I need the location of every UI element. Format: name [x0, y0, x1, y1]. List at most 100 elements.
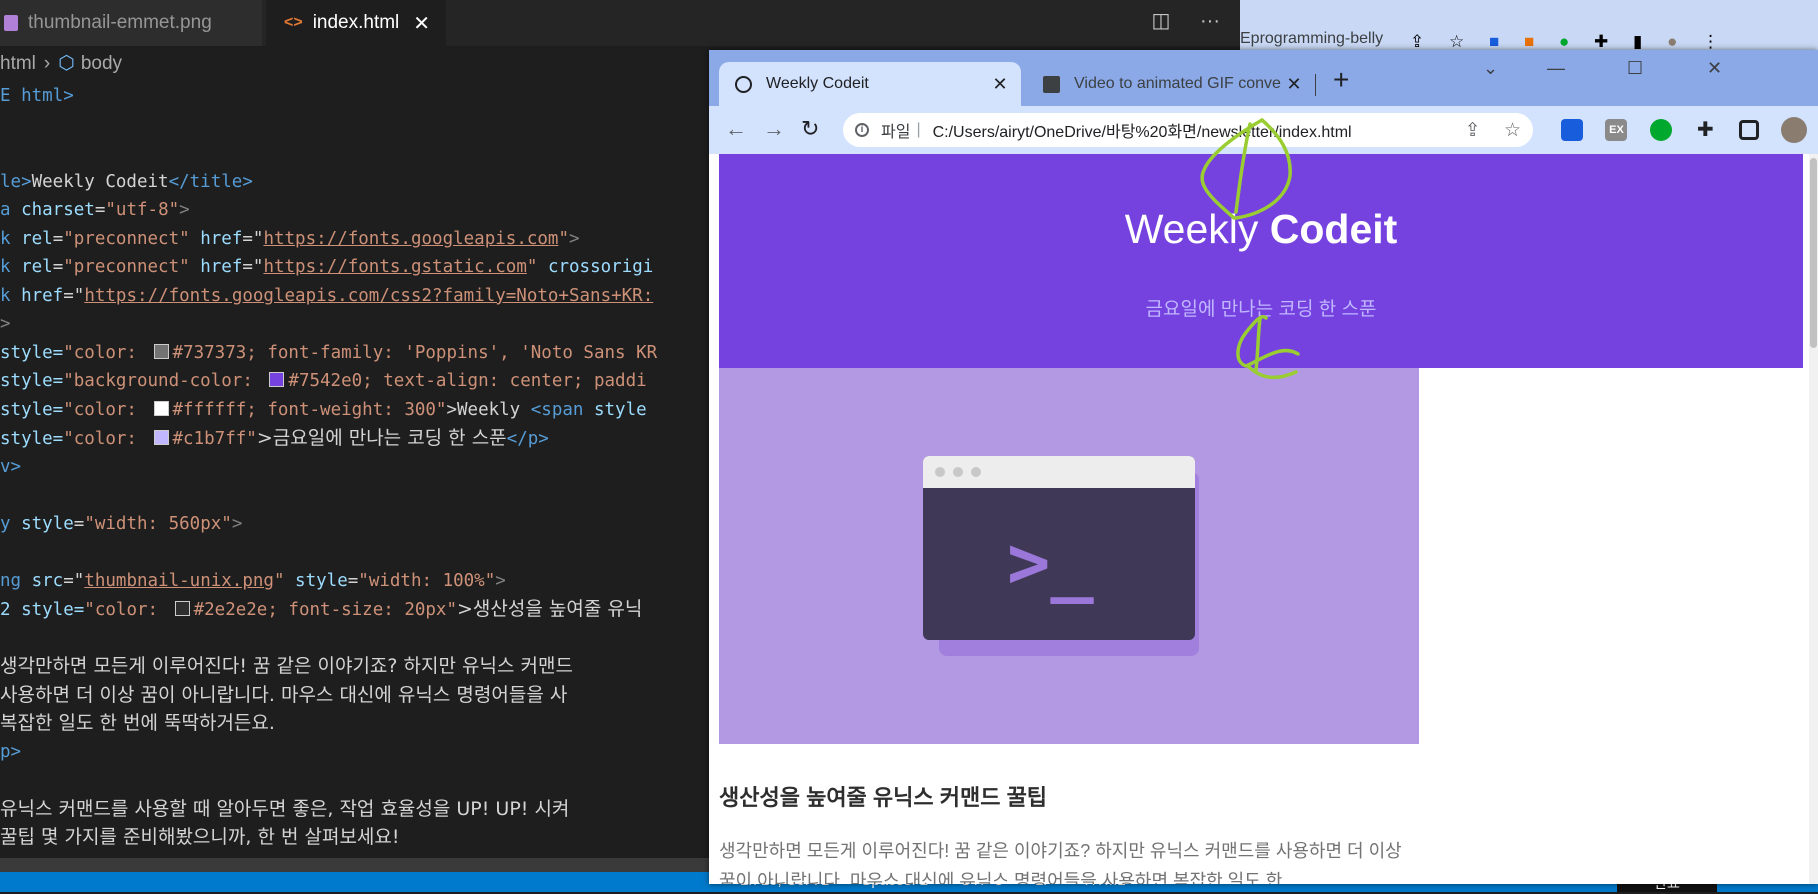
tab-label: index.html — [312, 12, 400, 33]
ex-extension-icon[interactable]: EX — [1605, 119, 1628, 141]
star-icon[interactable]: ☆ — [1449, 32, 1464, 52]
ezgif-favicon-icon — [1043, 75, 1060, 93]
code-line: 2 style="color: #2e2e2e; font-size: 20px… — [0, 598, 643, 620]
tab-label: thumbnail-emmet.png — [28, 12, 212, 33]
color-swatch[interactable] — [269, 372, 285, 387]
profile-avatar[interactable] — [1781, 117, 1808, 143]
code-line: ng src="thumbnail-unix.png" style="width… — [0, 570, 506, 591]
address-bar[interactable]: i 파일 | C:/Users/airyt/OneDrive/바탕%20화면/n… — [843, 113, 1533, 147]
article-thumbnail: >_ — [719, 368, 1419, 744]
code-line: 생각만하면 모든게 이루어진다! 꿈 같은 이야기죠? 하지만 유닉스 커맨드 — [0, 655, 573, 677]
more-actions-icon[interactable]: ··· — [1200, 10, 1220, 32]
avatar[interactable]: ● — [1667, 32, 1677, 52]
code-line: 사용하면 더 이상 꿈이 아니랍니다. 마우스 대신에 유닉스 명령어들을 사 — [0, 683, 568, 706]
close-icon[interactable]: ✕ — [413, 11, 430, 36]
tab-title: Video to animated GIF converte — [1074, 75, 1281, 92]
evernote-icon[interactable]: ● — [1559, 32, 1569, 52]
code-line: v> — [0, 456, 22, 477]
element-icon: ⬡ — [58, 53, 75, 74]
tab-title: Weekly Codeit — [766, 75, 869, 92]
code-line: y style="width: 560px"> — [0, 513, 243, 534]
extension-icons: EX ✚ ⋮ — [1561, 117, 1818, 143]
address-url[interactable]: C:/Users/airyt/OneDrive/바탕%20화면/newslett… — [933, 118, 1352, 142]
bitwarden-icon[interactable]: ■ — [1489, 32, 1499, 52]
code-line: 복잡한 일도 한 번에 뚝딱하거든요. — [0, 712, 275, 734]
code-line: a charset="utf-8"> — [0, 200, 190, 220]
tab-divider — [1315, 74, 1316, 96]
close-icon[interactable]: ✕ — [987, 74, 1013, 95]
code-line: E html> — [0, 86, 74, 106]
chrome-tab-strip: Weekly Codeit ✕ Video to animated GIF co… — [709, 50, 1818, 106]
color-swatch[interactable] — [174, 601, 190, 616]
code-line: style="color: #737373; font-family: 'Pop… — [0, 342, 658, 363]
forward-icon[interactable]: → — [763, 116, 785, 142]
scrollbar-thumb[interactable] — [1810, 158, 1817, 348]
sidepanel-icon[interactable] — [1738, 120, 1759, 140]
page-viewport: Weekly Codeit 금요일에 만나는 코딩 한 스푼 >_ 생산성을 높… — [709, 154, 1809, 884]
code-line: p> — [0, 741, 22, 762]
back-icon[interactable]: ← — [725, 116, 747, 142]
close-window-icon[interactable]: ✕ — [1707, 58, 1722, 79]
horizontal-scrollbar[interactable] — [0, 858, 720, 872]
editor-actions: ◫ ··· — [1128, 8, 1220, 33]
maximize-icon[interactable]: ☐ — [1627, 58, 1643, 79]
minimize-icon[interactable]: — — [1547, 58, 1565, 79]
code-line: style="background-color: #7542e0; text-a… — [0, 371, 647, 391]
split-editor-icon[interactable]: ◫ — [1152, 10, 1171, 32]
tab-gif-converter[interactable]: Video to animated GIF converte ✕ — [1027, 62, 1315, 106]
background-url[interactable]: Eprogramming-belly — [1240, 30, 1383, 48]
tab-weekly-codeit[interactable]: Weekly Codeit ✕ — [719, 62, 1021, 106]
evernote-icon[interactable] — [1649, 119, 1672, 141]
terminal-titlebar — [923, 456, 1195, 488]
code-line: style="color: #c1b7ff">금요일에 만나는 코딩 한 스푼<… — [0, 427, 549, 449]
sidepanel-icon[interactable]: ▮ — [1633, 32, 1642, 52]
html-file-icon: <> — [284, 14, 303, 31]
puzzle-icon[interactable]: ✚ — [1594, 32, 1608, 52]
breadcrumb-item[interactable]: html — [0, 53, 36, 74]
window-dot — [935, 467, 945, 477]
article-body: 생각만하면 모든게 이루어진다! 꿈 같은 이야기죠? 하지만 유닉스 커맨드를… — [719, 841, 1402, 884]
page-scrollbar[interactable] — [1809, 154, 1818, 884]
tab-index-html[interactable]: <> index.html ✕ — [266, 0, 446, 46]
puzzle-icon[interactable]: ✚ — [1694, 119, 1716, 141]
code-line: 꿀팁 몇 가지를 준비해봤으니까, 한 번 살펴보세요! — [0, 826, 400, 848]
code-line: k rel="preconnect" href="https://fonts.g… — [0, 228, 580, 249]
reload-icon[interactable]: ↻ — [801, 116, 819, 142]
tab-search-icon[interactable]: ⌄ — [1483, 58, 1498, 79]
newsletter-title: Weekly Codeit — [1124, 206, 1398, 252]
new-tab-icon[interactable]: + — [1333, 64, 1349, 96]
image-file-icon — [4, 15, 18, 31]
ex-icon[interactable]: ■ — [1524, 32, 1534, 52]
code-line: le>Weekly Codeit</title> — [0, 171, 253, 192]
info-icon[interactable]: i — [855, 123, 869, 137]
menu-icon[interactable]: ⋮ — [1702, 32, 1719, 52]
color-swatch[interactable] — [153, 400, 169, 416]
chrome-window: Weekly Codeit ✕ Video to animated GIF co… — [709, 50, 1818, 884]
globe-icon — [735, 75, 752, 93]
color-swatch[interactable] — [153, 430, 169, 445]
share-icon[interactable]: ⇪ — [1465, 120, 1481, 141]
breadcrumb-item[interactable]: body — [81, 53, 122, 74]
window-dot — [971, 467, 981, 477]
terminal-prompt-icon: >_ — [1007, 520, 1094, 604]
code-editor[interactable]: E html> le>Weekly Codeit</title> a chars… — [0, 82, 720, 880]
color-swatch[interactable] — [153, 343, 169, 359]
address-separator: | — [916, 121, 921, 138]
bitwarden-icon[interactable] — [1561, 119, 1583, 141]
chevron-right-icon: › — [43, 53, 51, 74]
editor-tab-bar: thumbnail-emmet.png <> index.html ✕ ◫ ··… — [0, 0, 1240, 46]
share-icon[interactable]: ⇪ — [1410, 32, 1424, 52]
background-toolbar-icons: ⇪ ☆ ■ ■ ● ✚ ▮ ● ⋮ — [1410, 32, 1739, 52]
close-icon[interactable]: ✕ — [1281, 74, 1307, 95]
tab-thumbnail-emmet[interactable]: thumbnail-emmet.png — [0, 0, 262, 46]
code-line: k rel="preconnect" href="https://fonts.g… — [0, 257, 654, 277]
bookmark-star-icon[interactable]: ☆ — [1504, 120, 1521, 141]
terminal-window-illustration: >_ — [923, 456, 1195, 640]
article-title: 생산성을 높여줄 유닉스 커맨드 꿀팁 — [719, 785, 1048, 810]
